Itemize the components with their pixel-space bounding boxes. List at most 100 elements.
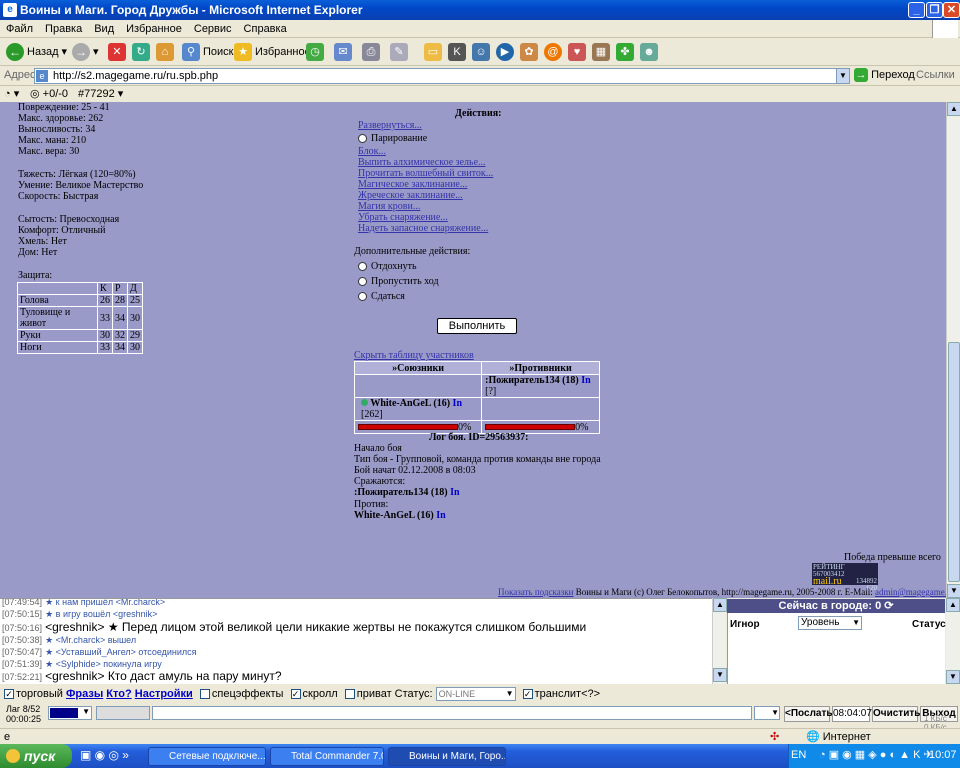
rest-radio[interactable] (358, 262, 367, 272)
settings-link[interactable]: Настройки (135, 688, 193, 700)
send-button[interactable]: <Послать (784, 706, 833, 722)
page-scrollbar[interactable]: ▲ ▼ (946, 102, 960, 598)
tool4-button[interactable]: ✤ (616, 42, 634, 62)
at-button[interactable]: @ (544, 42, 562, 62)
language-indicator[interactable]: EN (791, 749, 806, 761)
menu-tools[interactable]: Сервис (194, 23, 232, 35)
table-header-row: КРД (17, 282, 143, 295)
scroll-up-arrow[interactable]: ▲ (947, 102, 960, 116)
action-equip-spare[interactable]: Надеть запасное снаряжение... (358, 223, 488, 234)
recipient-field[interactable] (96, 706, 150, 720)
menu-view[interactable]: Вид (94, 23, 114, 35)
task-browser[interactable]: Воины и Маги, Горо... (388, 747, 506, 766)
close-button[interactable]: ✕ (943, 2, 960, 18)
folder-icon: ▭ (424, 43, 442, 61)
menu-file[interactable]: Файл (6, 23, 33, 35)
address-dropdown[interactable]: ▼ (836, 68, 850, 84)
menu-help[interactable]: Справка (244, 23, 287, 35)
go-button[interactable]: → Переход (854, 68, 915, 82)
mail-button[interactable]: ✉ (334, 42, 352, 62)
stat-damage: Повреждение: 25 - 41 (18, 102, 110, 113)
maximize-button[interactable]: ❐ (926, 2, 943, 18)
tool3-button[interactable]: ▦ (592, 42, 610, 62)
stat-comfort: Комфорт: Отличный (18, 225, 106, 236)
effects-checkbox[interactable] (199, 689, 210, 700)
action-parry[interactable]: Парирование (358, 133, 427, 144)
status-select[interactable]: ON-LINE ▼ (435, 687, 516, 702)
surrender-radio[interactable] (358, 292, 367, 302)
back-button[interactable]: ← Назад ▾ (6, 42, 67, 62)
who-link[interactable]: Кто? (106, 688, 131, 700)
skip-radio[interactable] (358, 277, 367, 287)
private-checkbox[interactable] (344, 689, 355, 700)
action-blood[interactable]: Магия крови... (358, 201, 420, 212)
chat-scroll-down[interactable]: ▼ (713, 668, 727, 682)
history-button[interactable]: ◷ (306, 42, 324, 62)
chat-message-input[interactable] (152, 706, 752, 720)
quicklaunch-icons[interactable]: ▣ ◉ ◎ » (80, 748, 129, 762)
media-button[interactable]: ▶ (496, 42, 514, 62)
chat-line: [07:50:47] ★ <Уставший_Ангел> отсоединил… (2, 647, 197, 657)
start-button[interactable]: пуск (0, 744, 72, 768)
city-header: Сейчас в городе: 0 ⟳ (727, 599, 945, 613)
scroll-checkbox[interactable]: ✓ (290, 689, 301, 700)
menu-favorites[interactable]: Избранное (126, 23, 182, 35)
refresh-icon[interactable]: ⟳ (884, 600, 893, 612)
id-widget[interactable]: #77292 ▾ (78, 86, 123, 102)
phrases-link[interactable]: Фразы (66, 688, 103, 700)
hide-participants-link[interactable]: Скрыть таблицу участников (354, 350, 474, 361)
home-button[interactable]: ⌂ (156, 42, 174, 62)
page-status-icon: e (4, 731, 11, 743)
chat-scrollbar[interactable]: ▲ ▼ (712, 598, 727, 684)
trade-checkbox[interactable]: ✓ (4, 689, 14, 700)
menu-edit[interactable]: Правка (45, 23, 82, 35)
smiles-select[interactable]: ▼ (754, 706, 780, 720)
city-scrollbar[interactable]: ▲ ▼ (946, 598, 960, 684)
action-unequip[interactable]: Убрать снаряжение... (358, 212, 448, 223)
edit-button[interactable]: ✎ (390, 42, 408, 62)
favorites-button[interactable]: ★ Избранное (234, 42, 311, 62)
extra-rest[interactable]: Отдохнуть (358, 261, 417, 272)
refresh-button[interactable]: ↻ (132, 42, 150, 62)
action-turn[interactable]: Развернуться... (358, 120, 422, 131)
scroll-thumb[interactable] (948, 342, 960, 582)
rating-counter[interactable]: РЕЙТИНГ 567003412 mail.ru 134892 620 (812, 563, 878, 592)
tray-icons[interactable]: ◔ ▣ ◉ ▦ ◈ ● ◐ ▲ K ✈ (819, 748, 933, 761)
show-hints-link[interactable]: Показать подсказки (498, 587, 573, 597)
stop-button[interactable]: ✕ (108, 42, 126, 62)
clear-button[interactable]: Очистить (872, 706, 920, 722)
address-input[interactable]: http://s2.magegame.ru/ru.spb.php (34, 68, 850, 84)
action-potion[interactable]: Выпить алхимическое зелье... (358, 157, 486, 168)
extra-surrender[interactable]: Сдаться (358, 291, 405, 302)
level-select[interactable]: Уровень ▼ (798, 616, 862, 630)
messenger-button[interactable]: ☺ (472, 42, 490, 62)
extra-skip[interactable]: Пропустить ход (358, 276, 439, 287)
k-button[interactable]: K (448, 42, 466, 62)
city-scroll-down[interactable]: ▼ (946, 670, 960, 684)
action-magic[interactable]: Магическое заклинание... (358, 179, 467, 190)
chat-scroll-up[interactable]: ▲ (713, 598, 727, 612)
city-scroll-up[interactable]: ▲ (946, 598, 960, 612)
print-button[interactable]: ⎙ (362, 42, 380, 62)
minimize-button[interactable]: _ (908, 2, 925, 18)
action-priest[interactable]: Жреческое заклинание... (358, 190, 463, 201)
nav-icon[interactable]: ◔ ▾ (4, 86, 19, 102)
chat-line: [07:52:21] <greshnik> Кто даст амуль на … (2, 669, 282, 683)
action-scroll[interactable]: Прочитать волшебный свиток... (358, 168, 493, 179)
task-total-commander[interactable]: Total Commander 7.0... (270, 747, 384, 766)
color-select[interactable]: ▼ (48, 706, 92, 720)
action-block[interactable]: Блок... (358, 146, 386, 157)
search-button[interactable]: ⚲ Поиск (182, 42, 233, 62)
forward-button[interactable]: → ▾ (72, 42, 99, 62)
tool5-button[interactable]: ☻ (640, 42, 658, 62)
task-network[interactable]: Сетевые подключе... (148, 747, 266, 766)
go-arrow-icon: → (854, 68, 868, 82)
tool2-button[interactable]: ♥ (568, 42, 586, 62)
translit-checkbox[interactable]: ✓ (522, 689, 533, 700)
tool1-button[interactable]: ✿ (520, 42, 538, 62)
folder-button[interactable]: ▭ (424, 42, 442, 62)
execute-button[interactable]: Выполнить (437, 318, 517, 334)
scroll-down-arrow[interactable]: ▼ (947, 584, 960, 598)
ratio-widget[interactable]: ◎ +0/-0 (30, 86, 68, 102)
parry-radio[interactable] (358, 134, 367, 144)
